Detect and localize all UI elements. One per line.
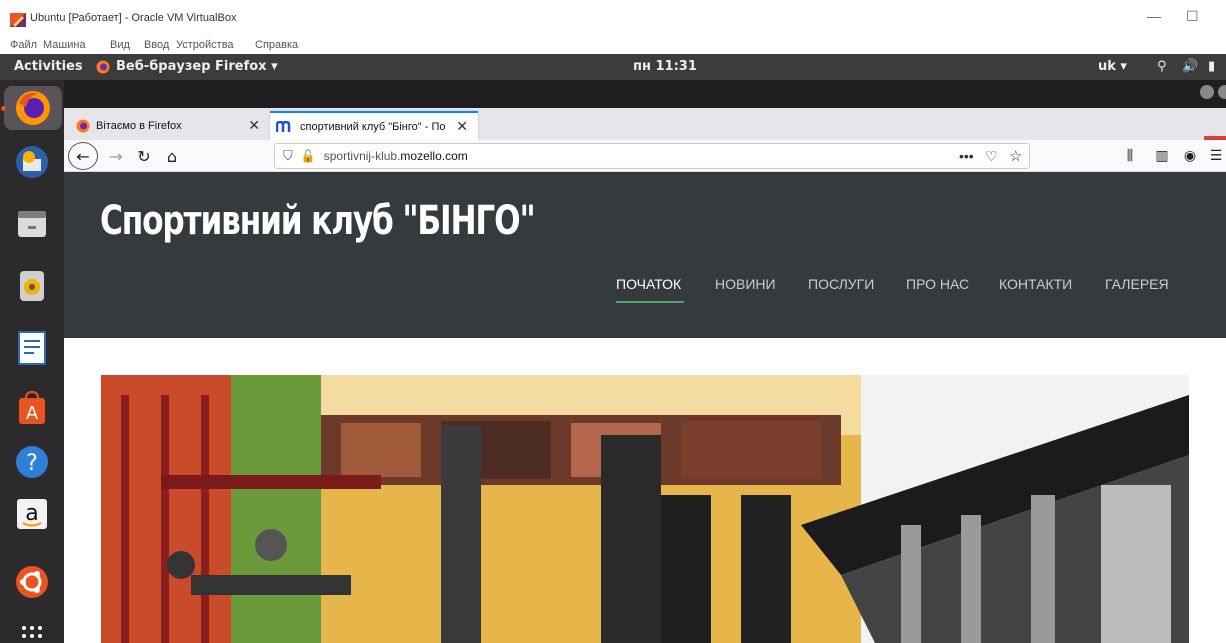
bookmark-star-icon[interactable]: ☆	[1009, 147, 1022, 165]
window-control-icon[interactable]	[1200, 85, 1214, 99]
thunderbird-icon	[16, 146, 48, 178]
amazon-icon: a	[17, 499, 47, 529]
ubuntu-top-panel: Activities Веб-браузер Firefox ▾ пн 11:3…	[0, 54, 1226, 80]
firefox-icon	[16, 91, 50, 125]
window-strip	[64, 80, 1226, 108]
site-title[interactable]: Спортивний клуб "БІНГО"	[100, 198, 536, 244]
ubuntu-logo-icon	[16, 566, 48, 598]
maximize-icon[interactable]: ☐	[1186, 8, 1199, 25]
reload-button[interactable]: ↻	[132, 143, 156, 169]
svg-text:?: ?	[26, 451, 38, 476]
dock-rhythmbox[interactable]	[10, 264, 54, 308]
firefox-window: Вітаємо в Firefox ✕ спортивний клуб "Бін…	[64, 80, 1226, 643]
nav-about[interactable]: ПРО НАС	[906, 276, 969, 292]
navigation-toolbar: ← → ↻ ⌂ ⛉ 🔓 sportivnij-klub.mozello.com …	[64, 140, 1226, 172]
menu-view[interactable]: Вид	[110, 39, 130, 51]
menu-machine[interactable]: Машина	[43, 39, 86, 51]
mozello-icon	[276, 120, 291, 132]
help-icon: ?	[16, 446, 48, 478]
dock-thunderbird[interactable]	[10, 140, 54, 184]
gym-photo	[101, 375, 1189, 643]
minimize-icon[interactable]: —	[1147, 8, 1161, 24]
dock-ubuntu[interactable]	[10, 560, 54, 604]
svg-text:a: a	[25, 501, 38, 526]
sidebar-icon[interactable]: ▥	[1150, 143, 1174, 169]
tab-sport-club[interactable]: спортивний клуб "Бінго" - По ✕	[270, 111, 478, 140]
menu-devices[interactable]: Устройства	[176, 39, 234, 51]
url-bar[interactable]: ⛉ 🔓 sportivnij-klub.mozello.com ••• ♡ ☆	[274, 143, 1030, 169]
nav-news[interactable]: НОВИНИ	[715, 276, 776, 292]
insecure-lock-icon[interactable]: 🔓	[301, 149, 316, 163]
network-icon[interactable]: ⚲	[1157, 59, 1167, 74]
vbox-window-title: Ubuntu [Работает] - Oracle VM VirtualBox	[30, 12, 237, 24]
virtualbox-logo-icon	[10, 13, 26, 27]
battery-icon[interactable]: ▮	[1208, 59, 1215, 74]
back-button[interactable]: ←	[68, 142, 98, 170]
app-menu-label: Веб-браузер Firefox ▾	[116, 59, 278, 74]
dock-files[interactable]	[10, 202, 54, 246]
page-actions-icon[interactable]: •••	[959, 148, 974, 164]
close-icon[interactable]: ✕	[248, 117, 260, 134]
home-button[interactable]: ⌂	[160, 143, 184, 169]
app-menu[interactable]: Веб-браузер Firefox ▾	[96, 59, 278, 74]
document-icon	[18, 331, 46, 365]
keyboard-layout[interactable]: uk ▾	[1098, 59, 1127, 74]
vbox-titlebar: Ubuntu [Работает] - Oracle VM VirtualBox…	[0, 0, 1226, 38]
nav-services[interactable]: ПОСЛУГИ	[808, 276, 874, 292]
dock-libreoffice-writer[interactable]	[10, 326, 54, 370]
menu-icon[interactable]: ☰	[1206, 143, 1226, 169]
activities-button[interactable]: Activities	[14, 59, 83, 74]
library-icon[interactable]: ⫼	[1118, 143, 1142, 169]
firefox-icon	[96, 60, 110, 73]
site-header: Спортивний клуб "БІНГО" ПОЧАТОК НОВИНИ П…	[64, 172, 1226, 338]
speaker-icon	[20, 271, 44, 301]
nav-contacts[interactable]: КОНТАКТИ	[999, 276, 1072, 292]
menu-file[interactable]: Файл	[10, 39, 37, 51]
dock-software[interactable]: A	[10, 386, 54, 430]
dock-firefox[interactable]	[4, 86, 62, 130]
nav-gallery[interactable]: ГАЛЕРЕЯ	[1105, 276, 1169, 292]
close-icon[interactable]: ✕	[456, 118, 468, 135]
shield-icon[interactable]: ⛉	[283, 148, 293, 164]
nav-home[interactable]: ПОЧАТОК	[616, 276, 681, 292]
svg-text:A: A	[26, 403, 39, 424]
hero-image-gym	[101, 375, 1189, 643]
vbox-menubar: Файл Машина Вид Ввод Устройства Справка	[0, 38, 1226, 54]
account-icon[interactable]: ◉	[1178, 143, 1202, 169]
ubuntu-dock: A ? a	[0, 80, 64, 643]
software-center-icon: A	[19, 390, 45, 424]
tab-bar: Вітаємо в Firefox ✕ спортивний клуб "Бін…	[64, 108, 1226, 162]
menu-input[interactable]: Ввод	[144, 39, 169, 51]
dock-show-apps[interactable]	[10, 610, 54, 643]
window-control-icon[interactable]	[1218, 85, 1226, 99]
pocket-icon[interactable]: ♡	[985, 148, 998, 165]
forward-button[interactable]: →	[104, 143, 128, 169]
firefox-icon	[76, 119, 90, 132]
files-icon	[18, 211, 46, 237]
dock-amazon[interactable]: a	[10, 492, 54, 536]
app-grid-icon	[22, 626, 42, 638]
tab-welcome[interactable]: Вітаємо в Firefox ✕	[70, 111, 270, 140]
volume-icon[interactable]: 🔊	[1182, 59, 1198, 74]
nav-active-indicator	[616, 301, 684, 303]
url-text: sportivnij-klub.mozello.com	[323, 149, 468, 163]
menu-help[interactable]: Справка	[255, 39, 298, 51]
dock-help[interactable]: ?	[10, 440, 54, 484]
tab-label: спортивний клуб "Бінго" - По	[300, 120, 446, 133]
web-page: Спортивний клуб "БІНГО" ПОЧАТОК НОВИНИ П…	[64, 172, 1226, 643]
clock[interactable]: пн 11:31	[633, 59, 697, 74]
tab-label: Вітаємо в Firefox	[96, 119, 182, 132]
